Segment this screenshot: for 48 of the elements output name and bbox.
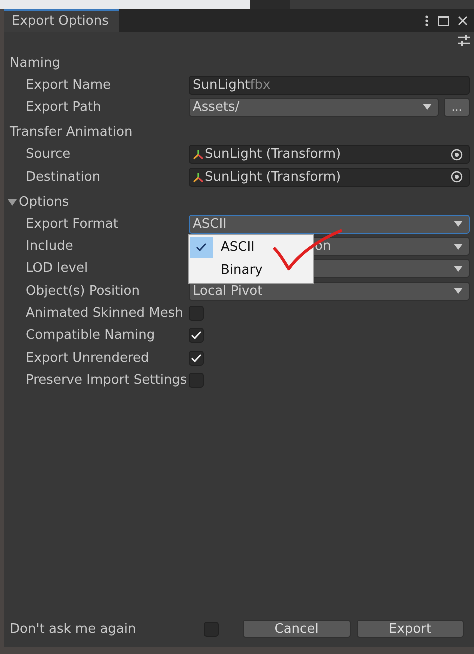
section-title: Naming	[10, 56, 60, 70]
section-title: Transfer Animation	[10, 125, 133, 140]
close-icon[interactable]	[458, 16, 468, 26]
window-tab[interactable]: Export Options	[4, 9, 119, 32]
check-icon	[196, 242, 207, 252]
dropdown-arrow-icon	[454, 288, 463, 294]
field-label: LOD level	[25, 261, 90, 276]
object-field[interactable]: SunLight (Transform)	[189, 168, 470, 187]
field-label: Include	[25, 239, 74, 254]
dropdown-arrow-icon	[423, 104, 432, 110]
more-icon[interactable]	[425, 14, 429, 26]
field-label: Object(s) Position	[25, 284, 142, 299]
menu-option[interactable]: ASCII	[189, 236, 313, 259]
field-label: Source	[25, 147, 72, 162]
check-annotation	[273, 228, 343, 271]
dont-ask-label: Don't ask me again	[10, 622, 138, 636]
target-icon[interactable]	[451, 171, 463, 184]
dropdown-arrow-icon	[454, 244, 463, 250]
field-label: Compatible Naming	[25, 328, 156, 344]
field-label: Animated Skinned Mesh	[25, 306, 184, 322]
dialog-button[interactable]: Cancel	[243, 620, 351, 638]
dropdown[interactable]: ASCII	[189, 214, 470, 234]
dialog-button[interactable]: Export	[356, 620, 464, 638]
field-label: Export Format	[25, 216, 120, 232]
path-dropdown[interactable]: Assets/	[189, 98, 439, 117]
name-field[interactable]: SunLightfbx	[189, 76, 470, 95]
field-label: Export Path	[25, 100, 102, 115]
checkbox[interactable]	[189, 328, 204, 344]
transform-icon	[193, 172, 204, 183]
dropdown[interactable]: Local Pivot	[189, 282, 470, 301]
settings-icon[interactable]	[458, 35, 470, 46]
field-label: Export Unrendered	[25, 350, 150, 366]
dropdown-arrow-icon	[454, 266, 463, 272]
dropdown-arrow-icon	[454, 221, 463, 228]
section-title[interactable]: Options	[19, 194, 70, 210]
transform-icon	[193, 149, 204, 160]
menu-option[interactable]: Binary	[189, 258, 313, 282]
expand-triangle-icon[interactable]	[8, 198, 17, 207]
target-icon[interactable]	[451, 148, 463, 161]
object-field[interactable]: SunLight (Transform)	[189, 145, 470, 164]
option-label: Binary	[221, 262, 263, 278]
checkbox[interactable]	[189, 350, 204, 366]
field-label: Destination	[25, 170, 102, 185]
field-label: Export Name	[25, 78, 112, 93]
maximize-icon[interactable]	[438, 16, 449, 26]
browse-button[interactable]: ...	[444, 98, 470, 117]
option-label: ASCII	[221, 240, 255, 255]
field-label: Preserve Import Settings	[25, 372, 188, 388]
